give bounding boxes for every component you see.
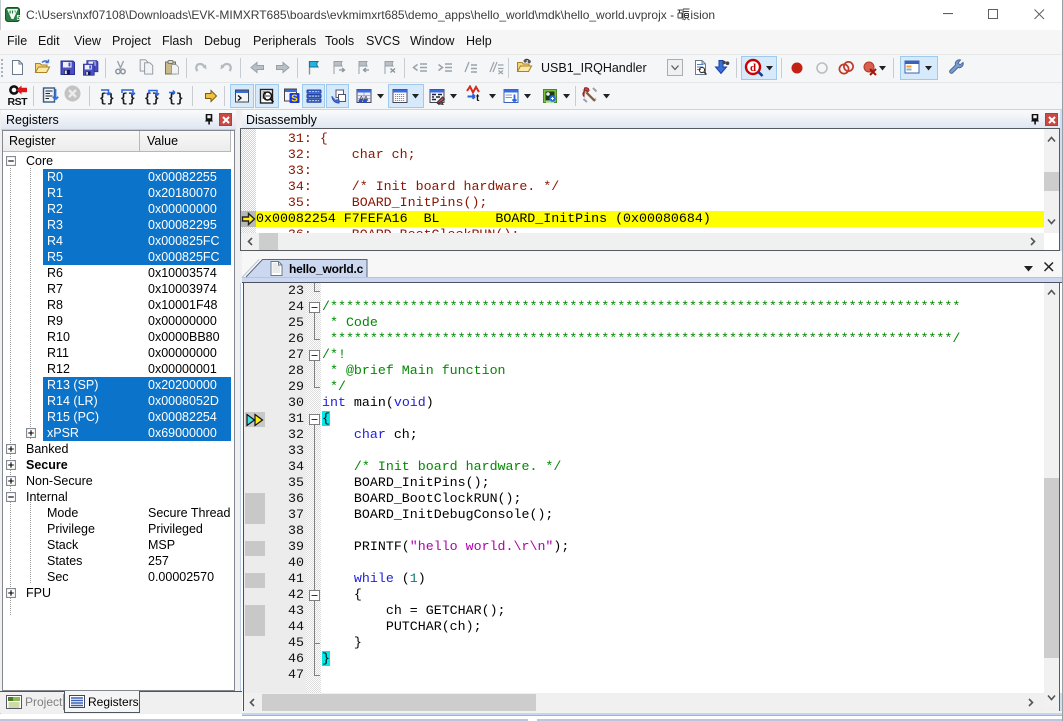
svg-text:S: S <box>291 94 298 105</box>
svg-text:d: d <box>750 62 756 74</box>
svg-text:5: 5 <box>17 15 21 22</box>
svg-text:t: t <box>476 93 480 102</box>
svg-text:RST: RST <box>8 96 29 107</box>
